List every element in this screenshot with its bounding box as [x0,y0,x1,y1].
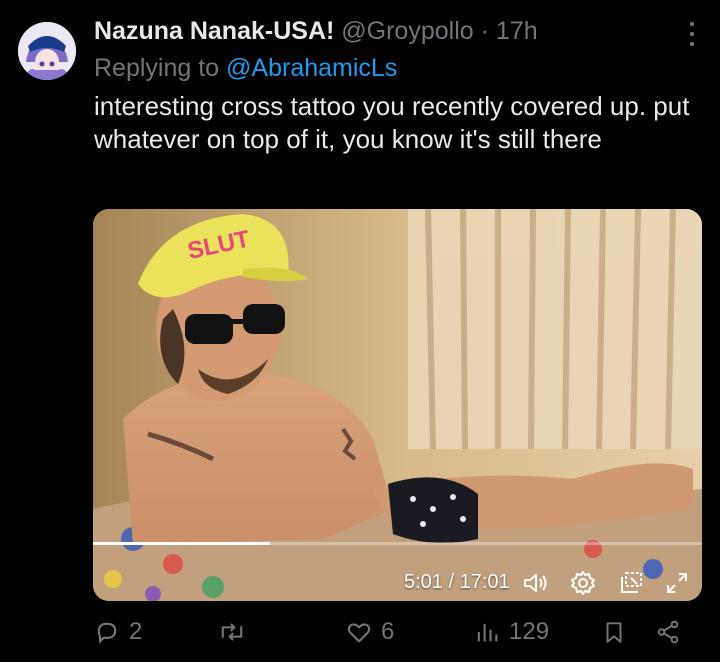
volume-icon[interactable] [521,569,549,597]
settings-gear-icon[interactable] [569,569,597,597]
replying-prefix: Replying to [94,54,220,82]
reply-icon [97,622,117,644]
tweet-actions: 2 6 129 [93,614,693,650]
views-button[interactable]: 129 [473,614,549,650]
timestamp[interactable]: 17h [496,17,538,45]
reply-button[interactable]: 2 [93,614,142,650]
tweet-header: Nazuna Nanak-USA! @Groypollo · 17h [94,15,680,47]
repost-button[interactable] [217,614,255,650]
bookmark-icon [606,622,622,643]
separator: · [480,17,489,45]
heart-icon [347,623,371,643]
replying-handle-link[interactable]: @AbrahamicLs [226,54,397,82]
video-time: 5:01 / 17:01 [404,571,510,593]
display-name[interactable]: Nazuna Nanak-USA! [94,17,334,45]
curtain [408,209,702,450]
tweet-text: interesting cross tattoo you recently co… [94,91,690,154]
like-button[interactable]: 6 [345,614,394,650]
avatar[interactable] [18,22,76,80]
share-icon [657,620,679,644]
fullscreen-icon[interactable] [663,569,691,597]
video-progress-fill [93,542,270,545]
bookmark-button[interactable] [601,614,635,650]
picture-in-picture-icon[interactable] [617,569,645,597]
views-icon [477,623,498,642]
handle[interactable]: @Groypollo [341,17,473,45]
video-progress-bar[interactable] [93,542,702,545]
view-count: 129 [509,618,550,645]
more-options-icon[interactable] [682,22,702,46]
replying-to: Replying to @AbrahamicLs [94,52,397,84]
video-controls: 5:01 / 17:01 [93,561,702,601]
like-count: 6 [381,618,395,645]
share-button[interactable] [655,614,689,650]
video-player[interactable]: SLUT 5:01 / 17:01 [93,209,702,601]
avatar-image [18,22,76,80]
reply-count: 2 [129,618,143,645]
repost-icon [221,623,243,641]
